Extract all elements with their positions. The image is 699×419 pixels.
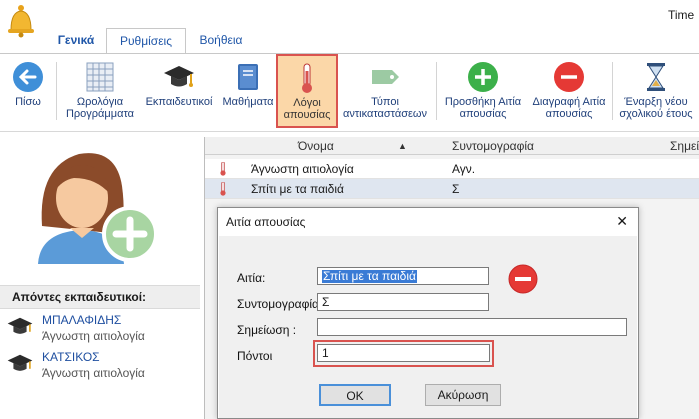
- add-reason-button[interactable]: Προσθήκη Αιτία απουσίας: [438, 60, 528, 120]
- ok-button[interactable]: OK: [319, 384, 391, 406]
- tab-settings[interactable]: Ρυθμίσεις: [106, 28, 186, 54]
- subjects-label: Μαθήματα: [222, 96, 274, 108]
- column-header-note[interactable]: Σημείω: [670, 139, 699, 153]
- absent-teacher-reason: Άγνωστη αιτιολογία: [42, 329, 145, 343]
- timetables-label: Ωρολόγια Προγράμματα: [65, 96, 135, 120]
- absent-teacher-item[interactable]: ΚΑΤΣΙΚΟΣ Άγνωστη αιτιολογία: [0, 348, 200, 386]
- minus-circle-icon: [554, 62, 584, 92]
- thermometer-icon: [220, 182, 226, 196]
- toolbar-separator: [56, 62, 57, 120]
- teachers-button[interactable]: Εκπαιδευτικοί: [140, 60, 218, 108]
- sort-asc-icon: ▲: [398, 141, 407, 151]
- toolbar-separator: [612, 62, 613, 120]
- note-input[interactable]: [317, 318, 627, 336]
- absent-teacher-reason: Άγνωστη αιτιολογία: [42, 366, 145, 380]
- delete-reason-label: Διαγραφή Αιτία απουσίας: [532, 96, 606, 120]
- start-school-year-label: Έναρξη νέου σχολικού έτους: [619, 96, 693, 120]
- abbreviation-label: Συντομογραφία: [237, 297, 319, 311]
- tag-icon: [372, 70, 399, 84]
- back-button[interactable]: Πίσω: [6, 60, 50, 108]
- tab-general[interactable]: Γενικά: [46, 28, 106, 53]
- graduation-cap-icon: [7, 317, 33, 334]
- column-header-name[interactable]: Όνομα: [298, 139, 334, 153]
- add-reason-label: Προσθήκη Αιτία απουσίας: [444, 96, 522, 120]
- absence-reason-dialog: Αιτία απουσίας ✕ Αιτία: Σπίτι με τα παιδ…: [217, 207, 639, 419]
- row-name: Άγνωστη αιτιολογία: [251, 162, 354, 176]
- delete-reason-icon[interactable]: [507, 263, 539, 295]
- points-input[interactable]: 1: [317, 344, 490, 362]
- absent-teacher-name: ΚΑΤΣΙΚΟΣ: [42, 350, 100, 364]
- toolbar-separator: [436, 62, 437, 120]
- ribbon-toolbar: Πίσω Ωρολόγια Προγράμματα Εκπαιδευτικοί …: [0, 53, 699, 132]
- close-icon[interactable]: ✕: [616, 213, 628, 230]
- reason-input-selected-text: Σπίτι με τα παιδιά: [322, 269, 417, 283]
- grid-header: Όνομα ▲ Συντομογραφία Σημείω: [205, 137, 699, 155]
- absence-reasons-button[interactable]: Λόγοι απουσίας: [276, 54, 338, 128]
- substitution-types-button[interactable]: Τύποι αντικαταστάσεων: [338, 60, 432, 120]
- substitution-types-label: Τύποι αντικαταστάσεων: [342, 96, 428, 120]
- start-school-year-button[interactable]: Έναρξη νέου σχολικού έτους: [614, 60, 698, 120]
- column-header-abbreviation[interactable]: Συντομογραφία: [452, 139, 534, 153]
- cancel-button[interactable]: Ακύρωση: [425, 384, 501, 406]
- row-abbreviation: Σ: [452, 182, 460, 196]
- note-label: Σημείωση :: [237, 323, 297, 337]
- hourglass-icon: [647, 63, 665, 91]
- graduation-cap-icon: [7, 354, 33, 371]
- tab-help[interactable]: Βοήθεια: [186, 28, 256, 53]
- absent-teacher-item[interactable]: ΜΠΑΛΑΦΙΔΗΣ Άγνωστη αιτιολογία: [0, 311, 200, 349]
- reason-label: Αιτία:: [237, 271, 266, 285]
- back-label: Πίσω: [15, 96, 41, 108]
- absence-reasons-label: Λόγοι απουσίας: [283, 97, 331, 121]
- subjects-button[interactable]: Μαθήματα: [218, 60, 278, 108]
- dialog-title: Αιτία απουσίας: [226, 215, 306, 229]
- row-name: Σπίτι με τα παιδιά: [251, 182, 344, 196]
- graduation-cap-icon: [164, 66, 194, 87]
- window-title: Time: [668, 8, 695, 22]
- teachers-label: Εκπαιδευτικοί: [145, 96, 213, 108]
- absent-teacher-name: ΜΠΑΛΑΦΙΔΗΣ: [42, 313, 122, 327]
- timetable-grid-icon: [86, 62, 114, 92]
- table-row[interactable]: Άγνωστη αιτιολογία Αγν.: [205, 159, 699, 179]
- abbreviation-input[interactable]: Σ: [317, 293, 489, 311]
- delete-reason-button[interactable]: Διαγραφή Αιτία απουσίας: [528, 60, 610, 120]
- thermometer-icon: [220, 162, 226, 176]
- table-row-selected[interactable]: Σπίτι με τα παιδιά Σ: [205, 179, 699, 199]
- plus-circle-icon: [468, 62, 498, 92]
- ribbon-tabs: Γενικά Ρυθμίσεις Βοήθεια: [0, 28, 699, 54]
- back-arrow-icon: [13, 62, 43, 92]
- row-abbreviation: Αγν.: [452, 162, 476, 176]
- book-icon: [238, 64, 258, 90]
- absent-teachers-header: Απόντες εκπαιδευτικοί:: [0, 285, 200, 309]
- dialog-body: Αιτία: Σπίτι με τα παιδιά Συντομογραφία …: [219, 236, 637, 418]
- reason-input[interactable]: Σπίτι με τα παιδιά: [317, 267, 489, 285]
- timetables-button[interactable]: Ωρολόγια Προγράμματα: [60, 60, 140, 120]
- teacher-avatar-icon: [38, 153, 158, 264]
- points-label: Πόντοι: [237, 349, 273, 363]
- thermometer-icon: [302, 63, 312, 93]
